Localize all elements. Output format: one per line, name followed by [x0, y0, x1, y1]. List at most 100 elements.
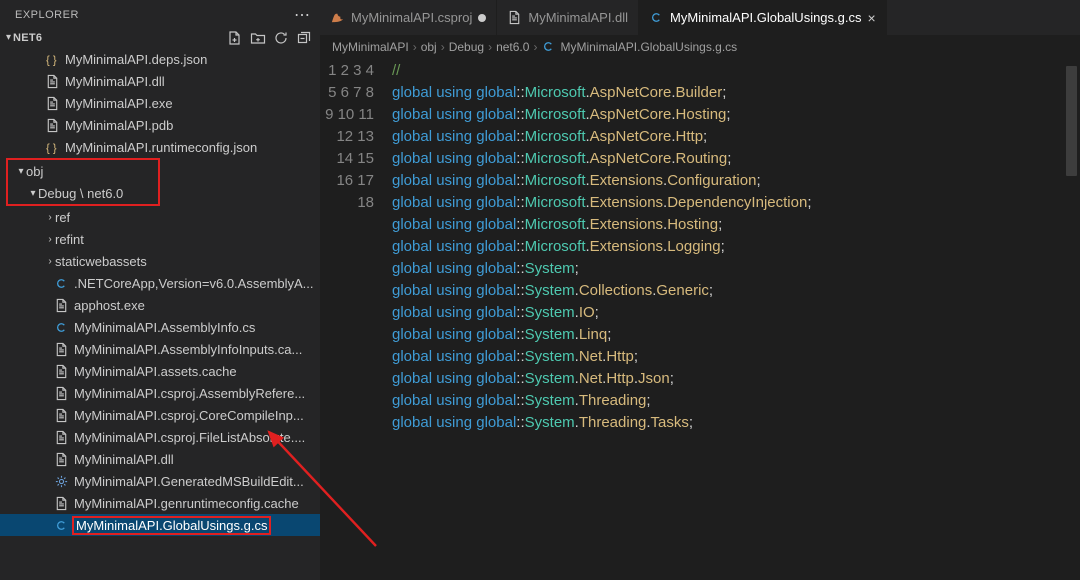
tab-myminimalapi-csproj[interactable]: MyMinimalAPI.csproj	[320, 0, 497, 35]
cs-icon	[541, 39, 556, 54]
dirty-indicator	[478, 14, 486, 22]
file-item[interactable]: apphost.exe	[0, 294, 320, 316]
svg-text:{ }: { }	[45, 142, 56, 154]
chevron-right-icon[interactable]: ›	[45, 234, 55, 245]
breadcrumb-segment[interactable]: MyMinimalAPI.GlobalUsings.g.cs	[560, 40, 737, 54]
node-label: MyMinimalAPI.pdb	[65, 118, 173, 133]
cs-icon	[53, 517, 69, 533]
code-editor[interactable]: 1 2 3 4 5 6 7 8 9 10 11 12 13 14 15 16 1…	[320, 58, 1080, 580]
file-item[interactable]: MyMinimalAPI.dll	[0, 448, 320, 470]
editor-tabs: MyMinimalAPI.csproj MyMinimalAPI.dll MyMin…	[320, 0, 1080, 35]
file-item[interactable]: MyMinimalAPI.dll	[0, 70, 320, 92]
breadcrumb[interactable]: MyMinimalAPI › obj › Debug › net6.0 › MyMinimalA…	[320, 35, 1080, 58]
file-icon	[53, 341, 69, 357]
file-item[interactable]: MyMinimalAPI.csproj.FileListAbsolute....	[0, 426, 320, 448]
code-content[interactable]: // global using global::Microsoft.AspNet…	[392, 60, 1080, 580]
vertical-scrollbar[interactable]	[1066, 66, 1077, 176]
file-item[interactable]: MyMinimalAPI.GeneratedMSBuildEdit...	[0, 470, 320, 492]
xml-icon	[330, 10, 345, 25]
breadcrumb-separator: ›	[533, 40, 537, 54]
node-label: MyMinimalAPI.csproj.AssemblyRefere...	[74, 386, 305, 401]
brace-icon: { }	[44, 51, 60, 67]
breadcrumb-segment[interactable]: obj	[421, 40, 437, 54]
line-number-gutter: 1 2 3 4 5 6 7 8 9 10 11 12 13 14 15 16 1…	[320, 60, 392, 580]
folder-item[interactable]: ›staticwebassets	[0, 250, 320, 272]
node-label: MyMinimalAPI.exe	[65, 96, 173, 111]
chevron-right-icon[interactable]: ›	[45, 256, 55, 267]
collapse-all-icon[interactable]	[295, 29, 312, 46]
node-label: MyMinimalAPI.runtimeconfig.json	[65, 140, 257, 155]
sidebar-more-icon[interactable]: ⋯	[294, 5, 310, 25]
node-label: MyMinimalAPI.dll	[65, 74, 165, 89]
file-item[interactable]: MyMinimalAPI.genruntimeconfig.cache	[0, 492, 320, 514]
file-icon	[507, 10, 522, 25]
file-item[interactable]: MyMinimalAPI.GlobalUsings.g.cs	[0, 514, 320, 536]
file-item[interactable]: MyMinimalAPI.csproj.AssemblyRefere...	[0, 382, 320, 404]
file-icon	[44, 73, 60, 89]
sidebar-title: EXPLORER	[15, 9, 79, 21]
node-label: MyMinimalAPI.genruntimeconfig.cache	[74, 496, 299, 511]
folder-item[interactable]: ▾obj	[8, 160, 158, 182]
file-icon	[53, 385, 69, 401]
node-label: refint	[55, 232, 84, 247]
file-item[interactable]: MyMinimalAPI.pdb	[0, 114, 320, 136]
node-label: apphost.exe	[74, 298, 145, 313]
chevron-down-icon[interactable]: ▾	[16, 166, 26, 177]
refresh-icon[interactable]	[272, 29, 289, 46]
node-label: MyMinimalAPI.dll	[74, 452, 174, 467]
new-file-icon[interactable]	[226, 29, 243, 46]
gear-icon	[53, 473, 69, 489]
node-label: MyMinimalAPI.GeneratedMSBuildEdit...	[74, 474, 304, 489]
file-item[interactable]: MyMinimalAPI.csproj.CoreCompileInp...	[0, 404, 320, 426]
breadcrumb-separator: ›	[413, 40, 417, 54]
breadcrumb-separator: ›	[488, 40, 492, 54]
tab-label: MyMinimalAPI.dll	[528, 10, 628, 25]
node-label: MyMinimalAPI.GlobalUsings.g.cs	[72, 516, 271, 535]
chevron-down-icon[interactable]: ▾	[28, 188, 38, 199]
tab-label: MyMinimalAPI.GlobalUsings.g.cs	[670, 10, 861, 25]
svg-text:{ }: { }	[45, 54, 56, 66]
folder-item[interactable]: ▾Debug \ net6.0	[8, 182, 158, 204]
node-label: MyMinimalAPI.deps.json	[65, 52, 207, 67]
file-item[interactable]: .NETCoreApp,Version=v6.0.AssemblyA...	[0, 272, 320, 294]
file-icon	[44, 95, 60, 111]
file-item[interactable]: MyMinimalAPI.AssemblyInfo.cs	[0, 316, 320, 338]
node-label: ref	[55, 210, 70, 225]
file-item[interactable]: { } MyMinimalAPI.runtimeconfig.json	[0, 136, 320, 158]
cs-icon	[53, 275, 69, 291]
tab-myminimalapi-dll[interactable]: MyMinimalAPI.dll	[497, 0, 639, 35]
file-icon	[44, 117, 60, 133]
node-label: MyMinimalAPI.AssemblyInfoInputs.ca...	[74, 342, 302, 357]
tab-myminimalapi-globalusings-g-cs[interactable]: MyMinimalAPI.GlobalUsings.g.cs ×	[639, 0, 887, 35]
tab-label: MyMinimalAPI.csproj	[351, 10, 472, 25]
file-icon	[53, 363, 69, 379]
node-label: Debug \ net6.0	[38, 186, 123, 201]
breadcrumb-separator: ›	[441, 40, 445, 54]
breadcrumb-segment[interactable]: MyMinimalAPI	[332, 40, 409, 54]
breadcrumb-segment[interactable]: Debug	[449, 40, 484, 54]
sidebar-explorer: EXPLORER ⋯ ▾ NET6 { } MyMinimalAPI.deps.j…	[0, 0, 320, 580]
file-item[interactable]: MyMinimalAPI.exe	[0, 92, 320, 114]
breadcrumb-segment[interactable]: net6.0	[496, 40, 529, 54]
node-label: .NETCoreApp,Version=v6.0.AssemblyA...	[74, 276, 314, 291]
folder-item[interactable]: ›ref	[0, 206, 320, 228]
file-icon	[53, 451, 69, 467]
node-label: MyMinimalAPI.csproj.FileListAbsolute....	[74, 430, 305, 445]
file-item[interactable]: MyMinimalAPI.assets.cache	[0, 360, 320, 382]
node-label: MyMinimalAPI.AssemblyInfo.cs	[74, 320, 255, 335]
close-icon[interactable]: ×	[868, 10, 876, 26]
file-item[interactable]: MyMinimalAPI.AssemblyInfoInputs.ca...	[0, 338, 320, 360]
node-label: staticwebassets	[55, 254, 147, 269]
node-label: MyMinimalAPI.csproj.CoreCompileInp...	[74, 408, 304, 423]
file-icon	[53, 407, 69, 423]
folder-item[interactable]: ›refint	[0, 228, 320, 250]
new-folder-icon[interactable]	[249, 29, 266, 46]
node-label: obj	[26, 164, 43, 179]
cs-icon	[53, 319, 69, 335]
file-icon	[53, 429, 69, 445]
chevron-right-icon[interactable]: ›	[45, 212, 55, 223]
file-item[interactable]: { } MyMinimalAPI.deps.json	[0, 48, 320, 70]
project-name[interactable]: NET6	[13, 32, 42, 44]
chevron-down-icon[interactable]: ▾	[6, 32, 11, 43]
file-icon	[53, 495, 69, 511]
